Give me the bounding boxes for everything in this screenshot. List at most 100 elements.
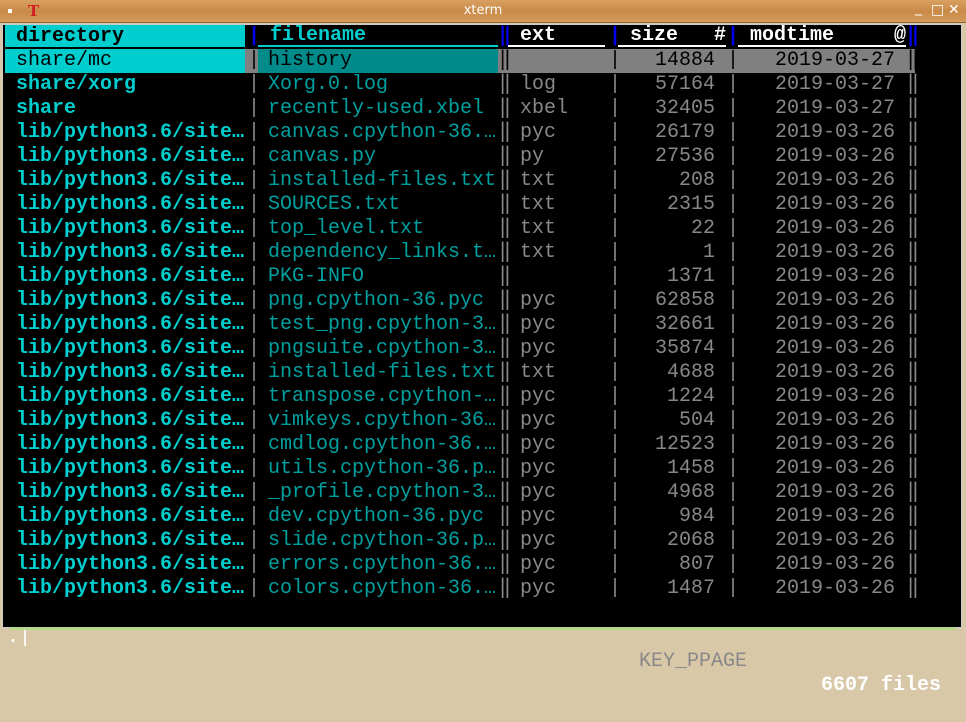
column-separator: ‖ — [907, 529, 920, 552]
cell-modtime: 2019-03-26 — [774, 289, 895, 312]
cell-modtime: 2019-03-26 — [774, 529, 895, 552]
cell-filename: test_png.cpython-3… — [268, 313, 497, 336]
table-row[interactable]: share/xorg | Xorg.0.log ‖ log | 57164 | 2019-03-… — [3, 73, 961, 97]
column-separator: | — [727, 73, 740, 96]
column-header-filename[interactable]: filename — [258, 25, 498, 47]
table-row[interactable]: lib/python3.6/site… | installed-files.txt ‖… — [3, 361, 961, 385]
table-row[interactable]: lib/python3.6/site… | dev.cpython-36.pyc ‖ p… — [3, 505, 961, 529]
table-row[interactable]: lib/python3.6/site… | colors.cpython-36.… ‖… — [3, 577, 961, 601]
cell-size: 32661 — [654, 313, 715, 336]
column-header-directory[interactable]: directory — [5, 25, 245, 49]
cell-ext: pyc — [520, 121, 557, 144]
table-row[interactable]: lib/python3.6/site… | PKG-INFO ‖ | 1371 | 2019-… — [3, 265, 961, 289]
table-row[interactable]: lib/python3.6/site… | canvas.py ‖ py | 27536 | 2… — [3, 145, 961, 169]
cell-modtime: 2019-03-26 — [774, 457, 895, 480]
row-count: 6607 files — [820, 674, 941, 697]
column-separator: | — [727, 145, 740, 168]
table-row[interactable]: lib/python3.6/site… | slide.cpython-36.p… ‖… — [3, 529, 961, 553]
cell-ext: txt — [520, 169, 557, 192]
column-separator: | — [248, 553, 261, 576]
table-row[interactable]: lib/python3.6/site… | test_png.cpython-3… ‖… — [3, 313, 961, 337]
column-header-modtime[interactable]: modtime @ — [738, 25, 906, 47]
cell-filename: dependency_links.t… — [268, 241, 497, 264]
table-row[interactable]: lib/python3.6/site… | transpose.cpython-… ‖… — [3, 385, 961, 409]
cell-modtime: 2019-03-26 — [774, 433, 895, 456]
column-separator: ‖ — [499, 337, 512, 360]
column-separator: ‖ — [499, 457, 512, 480]
cell-directory: lib/python3.6/site… — [16, 505, 245, 528]
minimize-icon[interactable]: _ — [915, 0, 922, 16]
table-row[interactable]: lib/python3.6/site… | vimkeys.cpython-36… ‖… — [3, 409, 961, 433]
table-row[interactable]: lib/python3.6/site… | _profile.cpython-3… ‖… — [3, 481, 961, 505]
cell-modtime: 2019-03-27 — [774, 97, 895, 120]
cell-size: 4968 — [666, 481, 715, 504]
cell-directory: lib/python3.6/site… — [16, 169, 245, 192]
cell-filename: vimkeys.cpython-36… — [268, 409, 497, 432]
column-separator: ‖ — [499, 409, 512, 432]
close-icon[interactable]: ✕ — [948, 2, 960, 18]
table-row[interactable]: lib/python3.6/site… | errors.cpython-36.… ‖… — [3, 553, 961, 577]
cell-modtime: 2019-03-27 — [774, 49, 895, 72]
table-row[interactable]: share | recently-used.xbel ‖ xbel | 32405 | 2019… — [3, 97, 961, 121]
cell-size: 26179 — [654, 121, 715, 144]
maximize-icon[interactable]: □ — [931, 2, 944, 18]
column-separator: ‖ — [499, 49, 512, 72]
cell-directory: lib/python3.6/site… — [16, 313, 245, 336]
column-separator: | — [727, 49, 740, 72]
cell-ext: xbel — [520, 97, 569, 120]
cell-directory: lib/python3.6/site… — [16, 145, 245, 168]
table-row[interactable]: share/mc | history ‖ | 14884 | 2019-03-27 ‖ — [3, 49, 961, 73]
cell-ext: pyc — [520, 577, 557, 600]
cell-modtime: 2019-03-26 — [774, 313, 895, 336]
table-row[interactable]: lib/python3.6/site… | pngsuite.cpython-3… ‖… — [3, 337, 961, 361]
column-separator: ‖ — [907, 193, 920, 216]
table-row[interactable]: lib/python3.6/site… | utils.cpython-36.p… ‖… — [3, 457, 961, 481]
table-row[interactable]: lib/python3.6/site… | png.cpython-36.pyc ‖ p… — [3, 289, 961, 313]
cell-filename: PKG-INFO — [268, 265, 365, 288]
cell-filename: png.cpython-36.pyc — [268, 289, 485, 312]
column-separator: | — [248, 193, 261, 216]
cell-size: 27536 — [654, 145, 715, 168]
column-separator: | — [248, 169, 261, 192]
column-separator: | — [248, 505, 261, 528]
table-row[interactable]: lib/python3.6/site… | dependency_links.t… ‖… — [3, 241, 961, 265]
column-separator: | — [727, 121, 740, 144]
cell-ext: pyc — [520, 385, 557, 408]
column-separator: ‖ — [499, 553, 512, 576]
table-row[interactable]: lib/python3.6/site… | cmdlog.cpython-36.… ‖… — [3, 433, 961, 457]
cell-filename: pngsuite.cpython-3… — [268, 337, 497, 360]
column-separator: | — [248, 433, 261, 456]
column-header-ext[interactable]: ext — [508, 25, 605, 47]
cell-directory: lib/python3.6/site… — [16, 481, 245, 504]
column-separator: | — [248, 481, 261, 504]
cell-modtime: 2019-03-26 — [774, 217, 895, 240]
cell-size: 2068 — [666, 529, 715, 552]
cell-filename: slide.cpython-36.p… — [268, 529, 497, 552]
column-separator: | — [727, 481, 740, 504]
title-bar[interactable]: T xterm _ □ ✕ — [0, 0, 966, 23]
cell-size: 208 — [678, 169, 715, 192]
cell-size: 22 — [690, 217, 715, 240]
table-row[interactable]: lib/python3.6/site… | SOURCES.txt ‖ txt | 2315… — [3, 193, 961, 217]
terminal[interactable]: directory | filename ‖ ext | size # | mod… — [2, 24, 962, 697]
column-separator: | — [727, 385, 740, 408]
cell-ext: log — [520, 73, 557, 96]
column-separator: ‖ — [499, 313, 512, 336]
cell-ext: pyc — [520, 505, 557, 528]
table-row[interactable]: lib/python3.6/site… | canvas.cpython-36.… ‖… — [3, 121, 961, 145]
column-separator: ‖ — [499, 577, 512, 600]
table-row[interactable]: lib/python3.6/site… | installed-files.txt ‖… — [3, 169, 961, 193]
numeric-type-marker: # — [713, 24, 726, 47]
column-separator: ‖ — [499, 529, 512, 552]
column-header-size[interactable]: size # — [618, 25, 726, 47]
table-row[interactable]: lib/python3.6/site… | top_level.txt ‖ txt | 22… — [3, 217, 961, 241]
column-separator: ‖ — [907, 385, 920, 408]
column-separator: ‖ — [499, 361, 512, 384]
column-separator: ‖ — [907, 457, 920, 480]
cell-modtime: 2019-03-26 — [774, 481, 895, 504]
cell-directory: lib/python3.6/site… — [16, 553, 245, 576]
column-separator: ‖ — [907, 49, 920, 72]
cell-modtime: 2019-03-26 — [774, 193, 895, 216]
cell-ext — [520, 265, 610, 289]
cell-filename: Xorg.0.log — [268, 73, 389, 96]
